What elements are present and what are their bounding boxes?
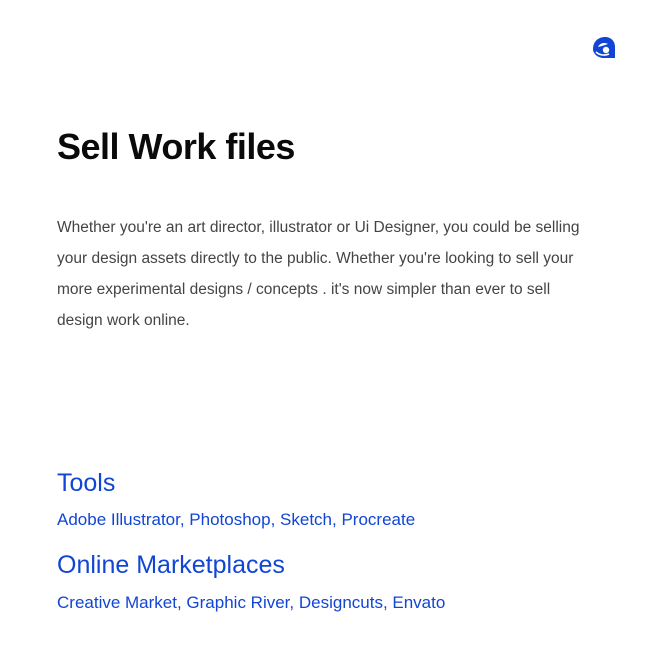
marketplaces-list: Creative Market, Graphic River, Designcu… bbox=[57, 593, 446, 612]
page-title: Sell Work files bbox=[57, 126, 295, 167]
tools-list: Adobe Illustrator, Photoshop, Sketch, Pr… bbox=[57, 510, 416, 529]
marketplaces-heading: Online Marketplaces bbox=[57, 551, 285, 579]
tools-heading: Tools bbox=[57, 469, 116, 497]
brand-logo-icon bbox=[590, 34, 618, 62]
page-description: Whether you're an art director, illustra… bbox=[57, 219, 580, 329]
